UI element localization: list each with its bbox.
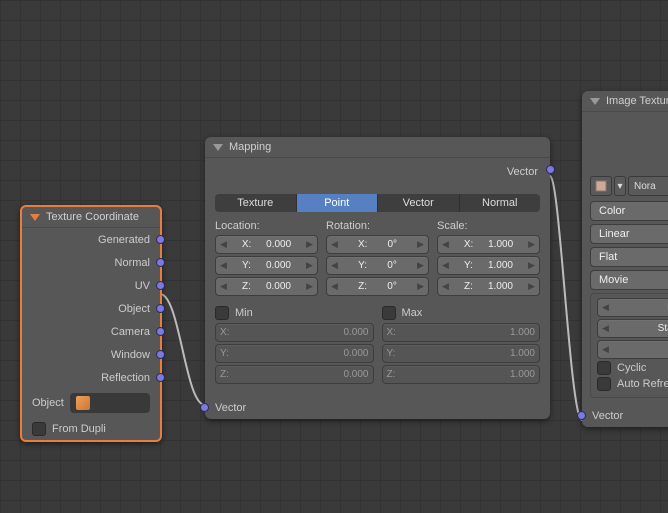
- source-select[interactable]: Movie▾: [590, 270, 668, 290]
- scale-label: Scale:: [437, 220, 540, 232]
- node-title: Texture Coordinate: [46, 211, 139, 223]
- socket-generated[interactable]: [156, 235, 165, 244]
- location-y[interactable]: ◀Y:0.000▶: [215, 256, 318, 275]
- max-label: Max: [402, 307, 423, 319]
- socket-object[interactable]: [156, 304, 165, 313]
- max-checkbox[interactable]: [382, 306, 396, 320]
- min-y[interactable]: Y:0.000: [215, 344, 374, 363]
- scale-x[interactable]: ◀X:1.000▶: [437, 235, 540, 254]
- min-checkbox[interactable]: [215, 306, 229, 320]
- rotation-z[interactable]: ◀Z:0°▶: [326, 277, 429, 296]
- tab-point[interactable]: Point: [297, 194, 379, 212]
- min-label: Min: [235, 307, 253, 319]
- input-vector-label: Vector: [592, 410, 623, 422]
- location-label: Location:: [215, 220, 318, 232]
- output-window[interactable]: Window: [22, 343, 160, 366]
- output-normal[interactable]: Normal: [22, 251, 160, 274]
- tab-texture[interactable]: Texture: [215, 194, 297, 212]
- image-browse-button[interactable]: [590, 176, 612, 196]
- node-header[interactable]: Mapping: [205, 137, 550, 158]
- output-reflection[interactable]: Reflection: [22, 366, 160, 389]
- auto-refresh-label: Auto Refres: [617, 378, 668, 390]
- scale-y[interactable]: ◀Y:1.000▶: [437, 256, 540, 275]
- start-frame-field[interactable]: ◀Start Frame:: [597, 319, 668, 338]
- output-generated[interactable]: Generated: [22, 228, 160, 251]
- node-header[interactable]: Image Textur: [582, 91, 668, 112]
- collapse-icon[interactable]: [213, 144, 223, 151]
- object-selector[interactable]: [70, 393, 150, 413]
- scale-z[interactable]: ◀Z:1.000▶: [437, 277, 540, 296]
- rotation-y[interactable]: ◀Y:0°▶: [326, 256, 429, 275]
- tab-normal[interactable]: Normal: [460, 194, 541, 212]
- auto-refresh-checkbox[interactable]: [597, 377, 611, 391]
- min-x[interactable]: X:0.000: [215, 323, 374, 342]
- collapse-icon[interactable]: [30, 214, 40, 221]
- socket-vector-in[interactable]: [200, 403, 209, 412]
- frames-field[interactable]: ◀Frames:: [597, 298, 668, 317]
- min-z[interactable]: Z:0.000: [215, 365, 374, 384]
- socket-window[interactable]: [156, 350, 165, 359]
- output-uv[interactable]: UV: [22, 274, 160, 297]
- cyclic-label: Cyclic: [617, 362, 646, 374]
- image-name-field[interactable]: Nora: [628, 176, 668, 196]
- cube-icon: [76, 396, 90, 410]
- mapping-type-tabs: Texture Point Vector Normal: [215, 194, 540, 212]
- output-camera[interactable]: Camera: [22, 320, 160, 343]
- node-texture-coordinate[interactable]: Texture Coordinate Generated Normal UV O…: [20, 205, 162, 442]
- socket-normal[interactable]: [156, 258, 165, 267]
- node-image-texture[interactable]: Image Textur ▾ Nora F Color▾ Linear▾ Fla…: [582, 91, 668, 427]
- color-space-select[interactable]: Color▾: [590, 201, 668, 221]
- node-title: Mapping: [229, 141, 271, 153]
- from-dupli-label: From Dupli: [52, 423, 106, 435]
- max-y[interactable]: Y:1.000: [382, 344, 541, 363]
- from-dupli-checkbox[interactable]: [32, 422, 46, 436]
- rotation-x[interactable]: ◀X:0°▶: [326, 235, 429, 254]
- location-x[interactable]: ◀X:0.000▶: [215, 235, 318, 254]
- interpolation-select[interactable]: Linear▾: [590, 224, 668, 244]
- socket-uv[interactable]: [156, 281, 165, 290]
- socket-vector-in[interactable]: [577, 411, 586, 420]
- image-dropdown-icon[interactable]: ▾: [614, 176, 626, 196]
- socket-reflection[interactable]: [156, 373, 165, 382]
- tab-vector[interactable]: Vector: [378, 194, 460, 212]
- output-object[interactable]: Object: [22, 297, 160, 320]
- output-vector-label: Vector: [507, 166, 538, 178]
- projection-select[interactable]: Flat▾: [590, 247, 668, 267]
- location-z[interactable]: ◀Z:0.000▶: [215, 277, 318, 296]
- socket-camera[interactable]: [156, 327, 165, 336]
- socket-vector-out[interactable]: [546, 165, 555, 174]
- offset-field[interactable]: ◀Offset:: [597, 340, 668, 359]
- cyclic-checkbox[interactable]: [597, 361, 611, 375]
- rotation-label: Rotation:: [326, 220, 429, 232]
- collapse-icon[interactable]: [590, 98, 600, 105]
- input-vector-label: Vector: [215, 402, 246, 414]
- object-label: Object: [32, 397, 64, 409]
- max-z[interactable]: Z:1.000: [382, 365, 541, 384]
- max-x[interactable]: X:1.000: [382, 323, 541, 342]
- node-title: Image Textur: [606, 95, 668, 107]
- node-header[interactable]: Texture Coordinate: [22, 207, 160, 228]
- node-mapping[interactable]: Mapping Vector Texture Point Vector Norm…: [205, 137, 550, 419]
